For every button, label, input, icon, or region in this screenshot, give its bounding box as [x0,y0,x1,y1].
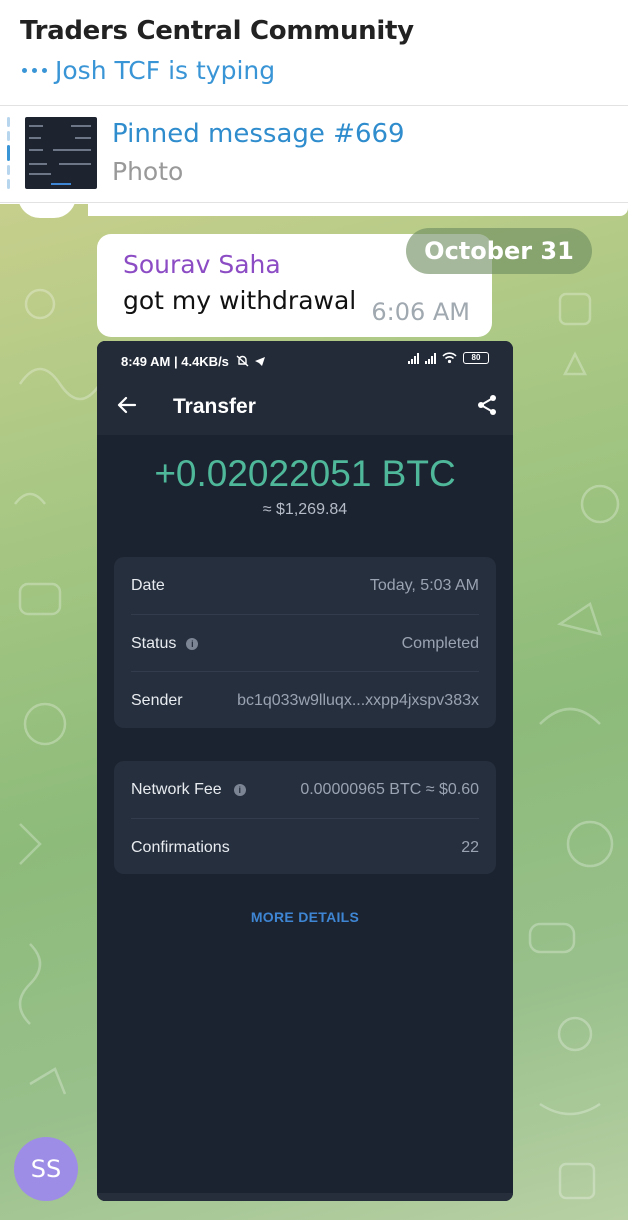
detail-label: Sender [131,692,183,709]
fee-row-network: Network Fee i 0.00000965 BTC ≈ $0.60 [131,761,479,818]
date-chip: October 31 [406,228,592,274]
detail-row-date: Date Today, 5:03 AM [131,557,479,614]
photo-message[interactable]: 8:49 AM | 4.4KB/s 80 Transfer +0.0202205… [97,341,513,1201]
detail-value: Completed [401,635,479,652]
detail-value: bc1q033w9lluqx...xxpp4jxspv383x [237,692,479,709]
pinned-message-subtitle: Photo [112,157,184,186]
pinned-photo-thumbnail [25,117,97,189]
phone-nav-area [97,1193,513,1201]
info-icon[interactable]: i [233,784,246,796]
transfer-title: Transfer [173,395,256,418]
sender-avatar[interactable]: SS [14,1137,78,1201]
pinned-position-indicator [7,117,10,193]
transfer-details-card: Date Today, 5:03 AM Status i Completed Se… [114,557,496,728]
telegram-icon [255,357,266,366]
previous-message-edge [88,204,628,216]
fee-row-confirmations: Confirmations 22 [131,818,479,875]
pinned-message-bar[interactable]: Pinned message #669 Photo [0,107,628,203]
wifi-icon [442,352,457,364]
transfer-app-bar: Transfer [97,381,513,435]
detail-row-status: Status i Completed [131,614,479,671]
signal-icon [408,352,419,364]
fee-card: Network Fee i 0.00000965 BTC ≈ $0.60 Conf… [114,761,496,874]
share-icon[interactable] [475,393,499,417]
signal-icon-2 [425,352,436,364]
fee-value: 0.00000965 BTC ≈ $0.60 [300,781,479,798]
detail-label: Status i [131,635,199,653]
message-sender[interactable]: Sourav Saha [123,250,281,279]
phone-status-bar: 8:49 AM | 4.4KB/s 80 [97,341,513,381]
fee-label: Confirmations [131,839,230,856]
detail-value: Today, 5:03 AM [369,577,479,594]
transfer-amount: +0.02022051 BTC [154,453,456,494]
phone-status-time: 8:49 AM | 4.4KB/s [121,354,266,369]
message-time: 6:06 AM [371,298,470,326]
pinned-message-title: Pinned message #669 [112,119,405,149]
transfer-fiat-value: ≈ $1,269.84 [262,501,348,518]
typing-dots-icon [22,68,47,73]
fee-value: 22 [461,839,479,856]
more-details-link[interactable]: MORE DETAILS [97,909,513,925]
chat-header[interactable]: Traders Central Community Josh TCF is ty… [0,0,628,106]
typing-text: Josh TCF is typing [55,56,276,85]
info-icon[interactable]: i [186,638,199,650]
typing-indicator: Josh TCF is typing [22,56,275,85]
fee-label: Network Fee i [131,781,246,799]
silent-icon [236,355,249,367]
battery-icon: 80 [463,352,489,364]
detail-row-sender: Sender bc1q033w9lluqx...xxpp4jxspv383x [131,671,479,728]
back-arrow-icon[interactable] [117,395,137,415]
chat-title: Traders Central Community [20,16,414,46]
message-text: got my withdrawal [123,286,357,315]
detail-label: Date [131,577,165,594]
chat-background[interactable]: Sourav Saha got my withdrawal 6:06 AM Oc… [0,204,628,1220]
